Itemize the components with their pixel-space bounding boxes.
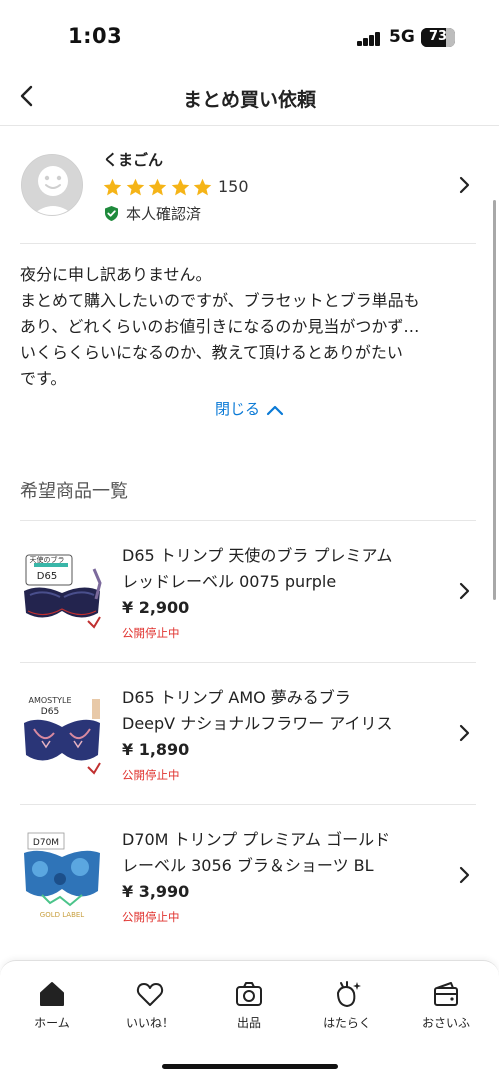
page-title: まとめ買い依頼 — [182, 89, 316, 111]
item-status-badge: 公開停止中 — [122, 910, 180, 924]
tab-likes[interactable]: いいね！ — [105, 979, 195, 1031]
status-time: 1:03 — [68, 24, 123, 48]
thumb-tag: 天使のブラ — [30, 555, 65, 564]
item-title-line: DeepV ナショナルフラワー アイリス — [122, 714, 393, 733]
star-icon — [193, 178, 212, 195]
product-thumbnail: AMOSTYLE D65 — [20, 685, 104, 781]
collapse-button[interactable]: 閉じる — [0, 398, 499, 419]
verified-label: 本人確認済 — [126, 205, 202, 223]
tab-label: 出品 — [236, 1016, 261, 1030]
home-icon — [40, 982, 64, 1006]
battery-percent: 73 — [428, 29, 448, 44]
item-title: D65 トリンプ AMO 夢みるブラ DeepV ナショナルフラワー アイリス — [122, 685, 442, 737]
seller-name: くまごん — [103, 151, 164, 169]
avatar — [21, 154, 83, 216]
star-icon — [171, 178, 189, 195]
thumb-size: D70M — [33, 838, 59, 848]
battery-icon: 73 — [421, 28, 455, 47]
status-bar: 1:03 5G 73 — [0, 0, 499, 70]
product-thumbnail: 天使のブラ D65 — [20, 543, 104, 639]
list-item[interactable]: D70M GOLD LABEL D70M トリンプ プレミアム ゴールド レーベ… — [20, 804, 476, 946]
star-icon — [126, 178, 144, 195]
star-icon — [148, 178, 167, 195]
chevron-right-icon — [454, 579, 474, 603]
thumb-size: D65 — [41, 707, 59, 717]
sparkle-bag-icon — [336, 981, 361, 1008]
tab-label: ホーム — [34, 1016, 70, 1030]
message-line: です。 — [20, 369, 67, 388]
wallet-icon — [434, 982, 458, 1006]
chevron-right-icon — [454, 721, 474, 745]
bottom-tab-bar: ホーム いいね！ 出品 はたらく おさいふ — [0, 960, 499, 1080]
scrollbar[interactable] — [493, 200, 496, 600]
home-indicator — [162, 1064, 338, 1069]
tab-label: いいね！ — [125, 1016, 174, 1030]
item-title-line: D65 トリンプ AMO 夢みるブラ — [122, 688, 351, 707]
tab-label: はたらく — [323, 1016, 371, 1030]
list-item[interactable]: 天使のブラ D65 D65 トリンプ 天使のブラ プレミアム レッドレーベル 0… — [20, 520, 476, 662]
product-thumbnail: D70M GOLD LABEL — [20, 827, 104, 923]
nav-header: まとめ買い依頼 — [0, 70, 499, 126]
chevron-up-icon — [266, 405, 284, 415]
shield-check-icon — [105, 206, 118, 221]
chevron-right-icon — [454, 173, 474, 197]
item-list: 天使のブラ D65 D65 トリンプ 天使のブラ プレミアム レッドレーベル 0… — [0, 520, 499, 946]
item-price: ¥ 1,890 — [122, 740, 190, 759]
message-line: いくらくらいになるのか、教えて頂けるとありがたい — [20, 343, 403, 362]
message-line: まとめて購入したいのですが、ブラセットとブラ単品も — [20, 291, 420, 310]
tab-sell[interactable]: 出品 — [204, 979, 294, 1031]
item-title-line: レッドレーベル 0075 purple — [122, 572, 337, 591]
tab-label: おさいふ — [421, 1016, 470, 1030]
message-line: 夜分に申し訳ありません。 — [20, 265, 212, 284]
item-price: ¥ 3,990 — [122, 882, 190, 901]
collapse-label: 閉じる — [214, 400, 260, 418]
thumb-size: D65 — [37, 571, 57, 582]
section-title: 希望商品一覧 — [20, 481, 128, 502]
item-title-line: D70M トリンプ プレミアム ゴールド — [122, 830, 391, 849]
request-message: 夜分に申し訳ありません。 まとめて購入したいのですが、ブラセットとブラ単品も あ… — [20, 262, 480, 392]
item-status-badge: 公開停止中 — [122, 626, 180, 640]
star-rating — [102, 176, 215, 198]
tab-wallet[interactable]: おさいふ — [401, 979, 491, 1031]
signal-icon — [357, 30, 383, 46]
chevron-right-icon — [454, 863, 474, 887]
star-icon — [103, 178, 122, 195]
seller-profile-row[interactable]: くまごん 150 本人確認済 — [20, 140, 476, 244]
verified-badge: 本人確認済 — [103, 203, 201, 224]
item-title: D65 トリンプ 天使のブラ プレミアム レッドレーベル 0075 purple — [122, 543, 442, 595]
heart-icon — [136, 983, 164, 1006]
item-title-line: D65 トリンプ 天使のブラ プレミアム — [122, 546, 393, 565]
tab-work[interactable]: はたらく — [302, 979, 392, 1031]
message-line: あり、どれくらいのお値引きになるのか見当がつかず… — [20, 317, 420, 336]
item-price: ¥ 2,900 — [122, 598, 190, 617]
thumb-tag: GOLD LABEL — [40, 911, 85, 919]
list-item[interactable]: AMOSTYLE D65 D65 トリンプ AMO 夢みるブラ DeepV ナシ… — [20, 662, 476, 804]
rating-count: 150 — [218, 177, 249, 196]
camera-icon — [236, 982, 262, 1006]
tab-home[interactable]: ホーム — [7, 979, 97, 1031]
item-status-badge: 公開停止中 — [122, 768, 180, 782]
thumb-tag: AMOSTYLE — [28, 696, 71, 705]
item-title-line: レーベル 3056 ブラ＆ショーツ BL — [122, 856, 374, 875]
item-title: D70M トリンプ プレミアム ゴールド レーベル 3056 ブラ＆ショーツ B… — [122, 827, 442, 879]
network-type: 5G — [389, 27, 415, 47]
